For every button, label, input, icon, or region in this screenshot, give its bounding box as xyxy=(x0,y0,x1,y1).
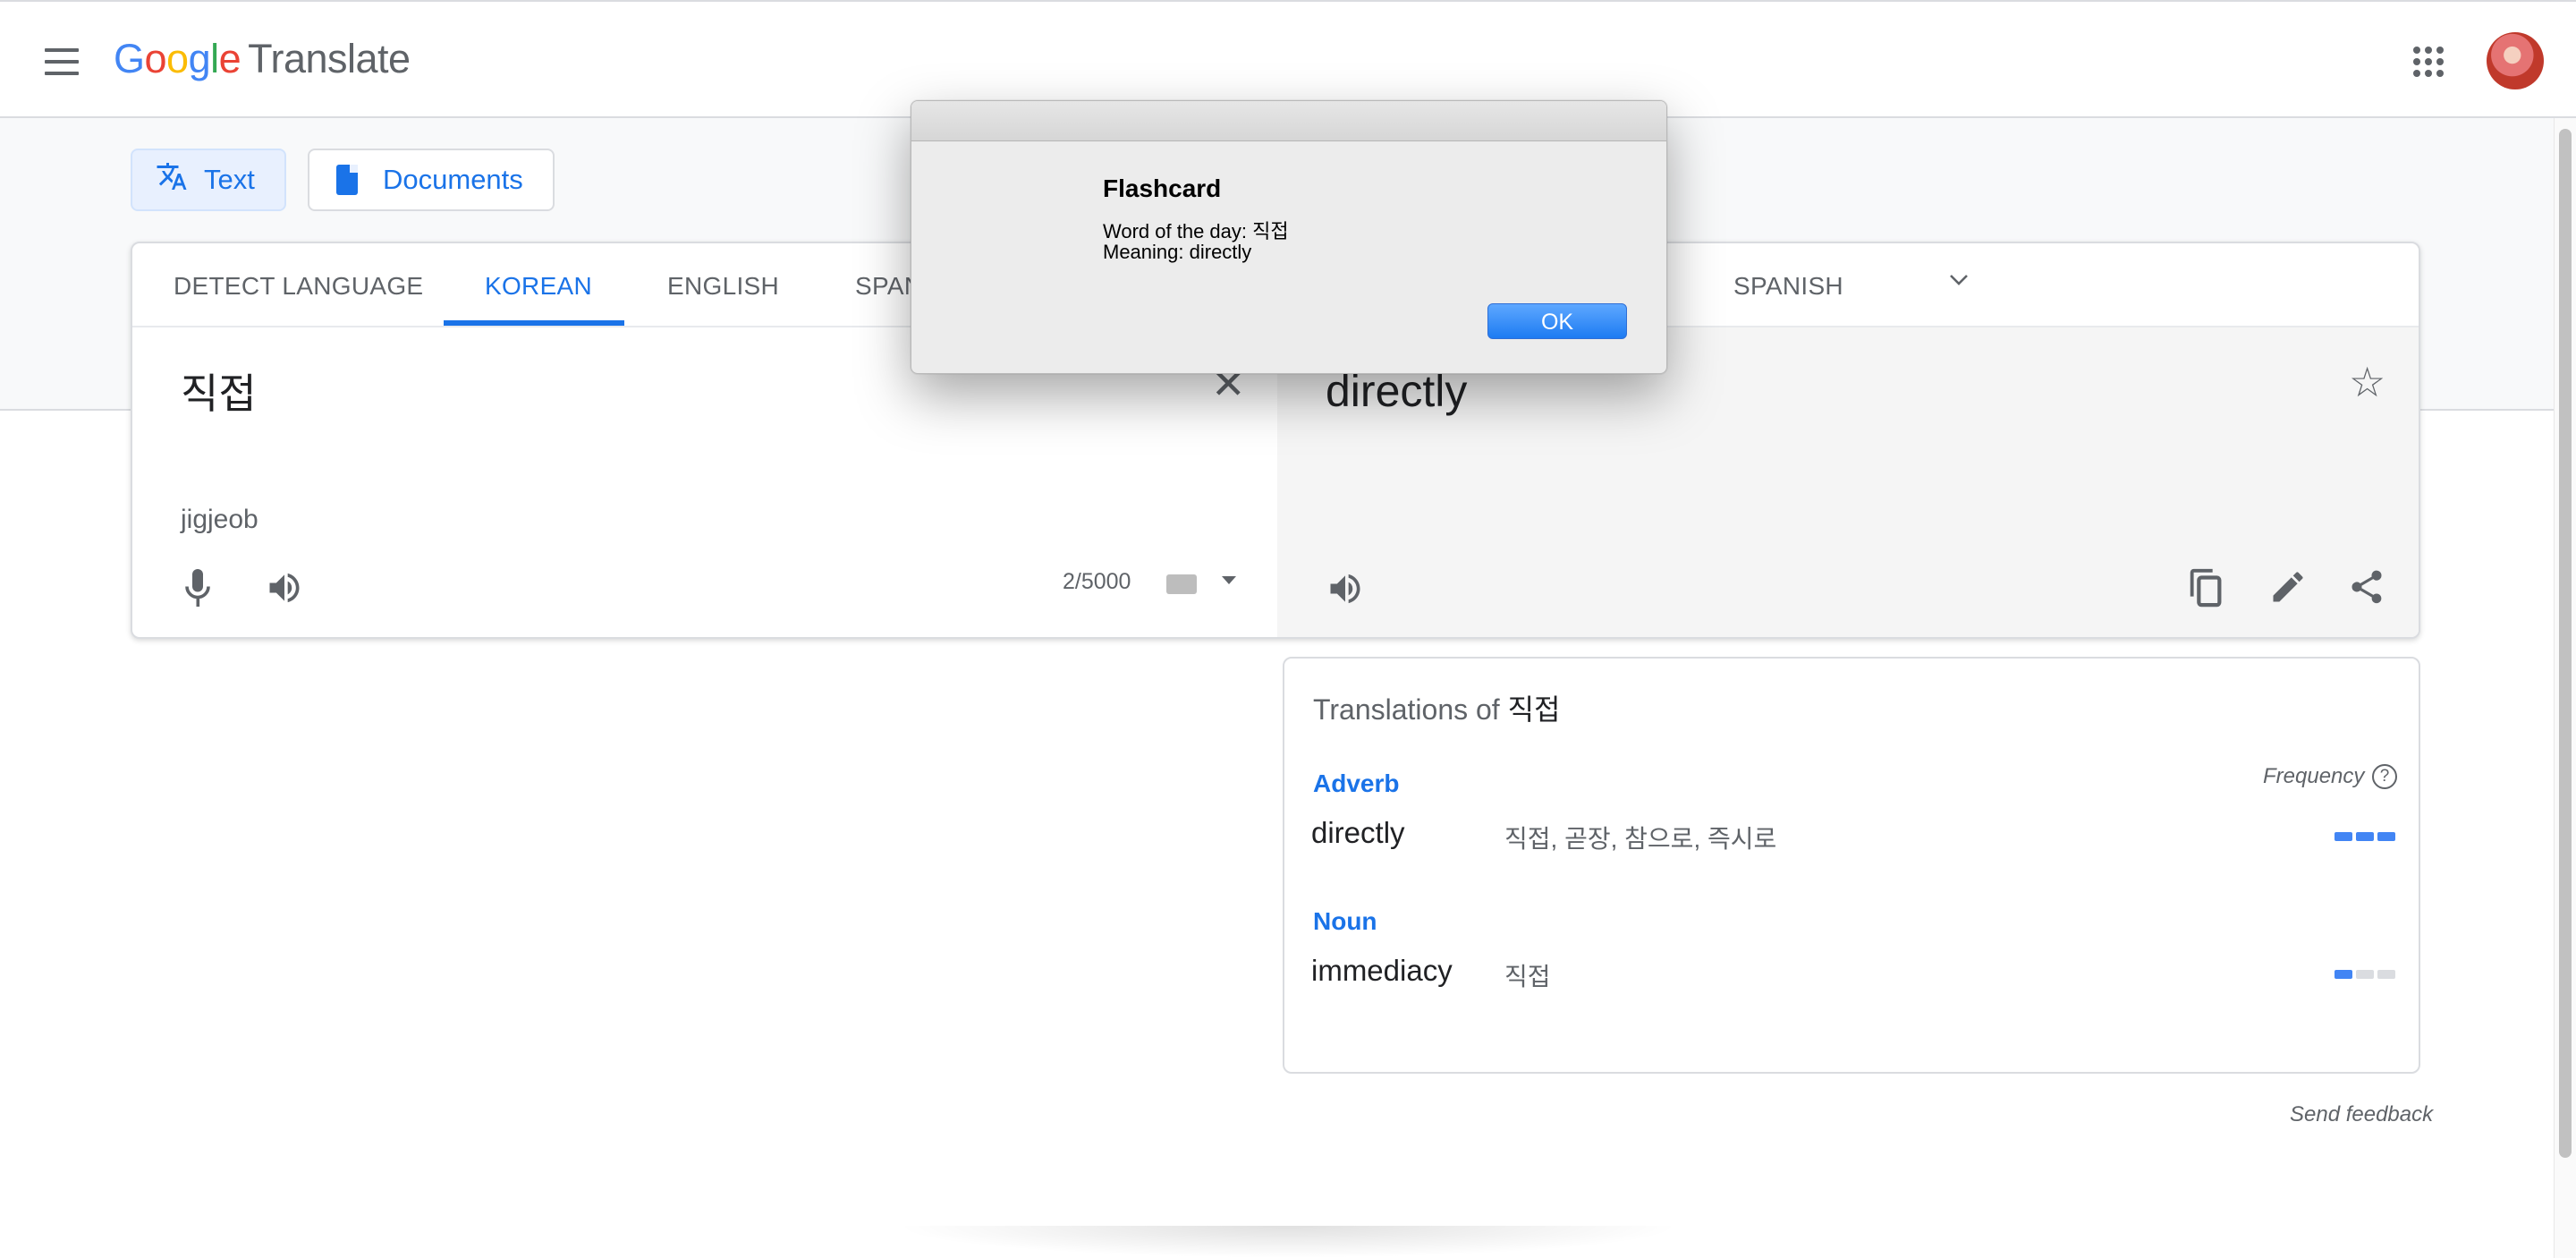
translations-title: Translations of 직접 xyxy=(1313,687,1560,728)
copy-icon[interactable] xyxy=(2188,567,2224,608)
speaker-icon[interactable] xyxy=(265,568,304,608)
chevron-down-icon[interactable] xyxy=(1948,268,1970,290)
translations-panel: Translations of 직접 Frequency ? Adverb di… xyxy=(1283,657,2420,1074)
tab-spanish-target[interactable]: SPANISH xyxy=(1733,272,1843,301)
translations-title-prefix: Translations of xyxy=(1313,693,1508,726)
logo-letter: G xyxy=(114,36,145,81)
product-name: Translate xyxy=(248,36,411,81)
google-translate-logo[interactable]: Google Translate xyxy=(114,36,411,82)
active-tab-indicator xyxy=(444,320,624,326)
help-circle-icon[interactable]: ? xyxy=(2372,764,2397,789)
target-speaker-icon[interactable] xyxy=(1326,569,1365,608)
share-icon[interactable] xyxy=(2347,567,2386,607)
input-tools-dropdown-icon[interactable] xyxy=(1222,576,1236,584)
scrollbar-thumb[interactable] xyxy=(2559,129,2572,1158)
translation-word[interactable]: directly xyxy=(1311,816,1405,850)
source-text-input[interactable]: 직접 xyxy=(181,361,257,421)
send-feedback-link[interactable]: Send feedback xyxy=(2290,1102,2433,1127)
logo-letter: o xyxy=(166,36,189,81)
translate-icon xyxy=(156,160,188,200)
pos-noun: Noun xyxy=(1313,907,1377,935)
logo-letter: l xyxy=(210,36,219,81)
user-avatar[interactable] xyxy=(2487,32,2544,89)
save-translation-star-icon[interactable]: ☆ xyxy=(2349,361,2385,403)
dialog-titlebar[interactable] xyxy=(911,101,1666,141)
dialog-meaning-line: Meaning: directly xyxy=(1103,241,1252,263)
hamburger-menu-icon[interactable] xyxy=(45,48,79,75)
documents-mode-label: Documents xyxy=(383,164,523,195)
frequency-bar xyxy=(2334,832,2395,841)
character-counter: 2/5000 xyxy=(1063,569,1131,594)
keyboard-icon[interactable] xyxy=(1166,574,1197,594)
frequency-bar xyxy=(2334,970,2395,979)
vertical-scrollbar[interactable] xyxy=(2554,118,2576,1258)
microphone-icon[interactable] xyxy=(184,567,211,608)
text-mode-label: Text xyxy=(204,164,255,195)
reverse-translations[interactable]: 직접 xyxy=(1504,957,1551,993)
translations-title-word: 직접 xyxy=(1507,693,1561,726)
transliteration: jigjeob xyxy=(181,505,258,534)
logo-letter: g xyxy=(188,36,211,81)
dialog-title: Flashcard xyxy=(1103,174,1222,202)
tab-detect-language[interactable]: DETECT LANGUAGE xyxy=(174,272,423,301)
tab-english[interactable]: ENGLISH xyxy=(667,272,779,301)
document-icon xyxy=(336,165,358,195)
edit-pencil-icon[interactable] xyxy=(2268,567,2308,607)
documents-mode-button[interactable]: Documents xyxy=(308,149,555,211)
apps-grid-icon[interactable] xyxy=(2413,47,2444,77)
bottom-shadow xyxy=(894,1226,1682,1258)
frequency-label: Frequency xyxy=(2263,764,2365,788)
reverse-translations[interactable]: 직접, 곧장, 참으로, 즉시로 xyxy=(1504,820,1776,855)
dialog-ok-button[interactable]: OK xyxy=(1487,303,1627,339)
logo-letter: e xyxy=(218,36,242,81)
tab-korean[interactable]: KOREAN xyxy=(485,272,592,301)
logo-letter: o xyxy=(144,36,167,81)
translation-word[interactable]: immediacy xyxy=(1311,954,1453,988)
text-mode-button[interactable]: Text xyxy=(131,149,286,211)
pos-adverb: Adverb xyxy=(1313,769,1400,797)
flashcard-dialog: Flashcard Word of the day: 직접 Meaning: d… xyxy=(911,100,1667,374)
